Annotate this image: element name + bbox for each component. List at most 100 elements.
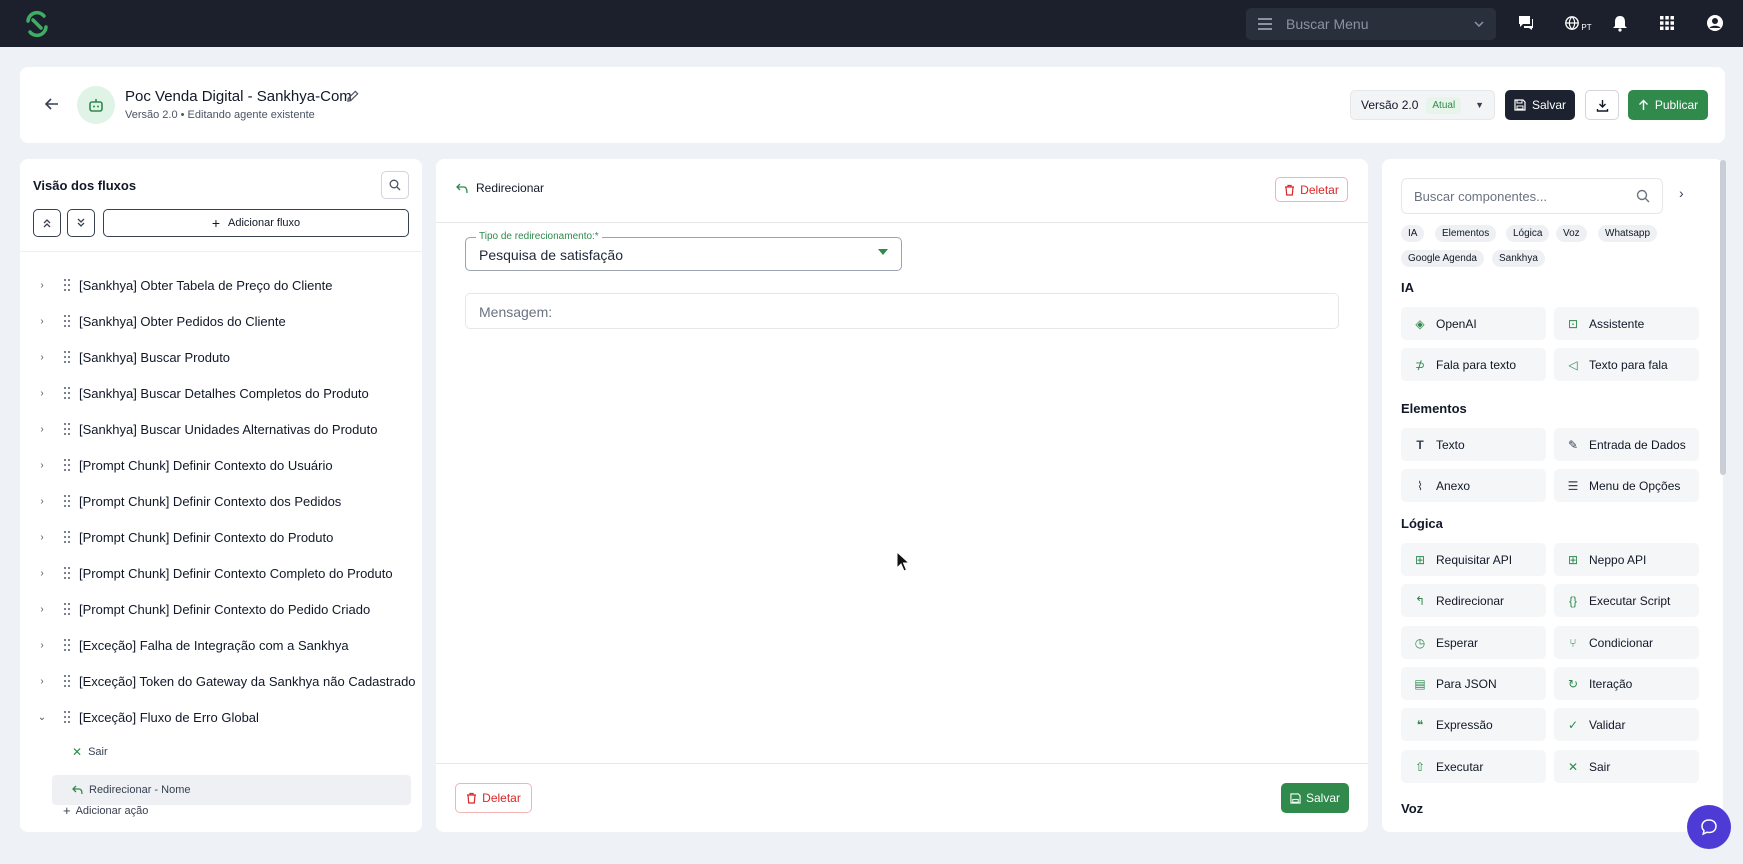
api-icon: ⊞ [1414, 552, 1426, 567]
notification-bell-icon[interactable] [1609, 12, 1631, 34]
action-item-sair[interactable]: ✕ Sair [52, 737, 411, 767]
filter-tag-logica[interactable]: Lógica [1506, 225, 1550, 242]
component-neppo-api[interactable]: ⊞ Neppo API [1554, 543, 1699, 576]
version-select[interactable]: Versão 2.0 Atual ▼ [1350, 90, 1495, 120]
action-item-redirecionar[interactable]: Redirecionar - Nome [52, 775, 411, 805]
chevron-right-icon[interactable]: › [37, 604, 47, 615]
filter-tag-whatsapp[interactable]: Whatsapp [1598, 225, 1658, 242]
component-openai[interactable]: ◈ OpenAI [1401, 307, 1546, 340]
download-button[interactable] [1585, 90, 1619, 120]
chevron-right-icon[interactable]: › [37, 676, 47, 687]
flow-row[interactable]: › [Exceção] Falha de Integração com a Sa… [20, 630, 422, 660]
delete-action-top-button[interactable]: Deletar [1275, 177, 1348, 202]
component-assistente[interactable]: ⊡ Assistente [1554, 307, 1699, 340]
arrow-up-icon: ⇧ [1414, 759, 1426, 774]
language-icon[interactable]: PT [1561, 12, 1595, 34]
save-agent-button[interactable]: Salvar [1505, 90, 1575, 120]
app-logo-icon[interactable] [22, 9, 52, 39]
component-esperar[interactable]: ◷ Esperar [1401, 626, 1546, 659]
component-anexo[interactable]: ⌇ Anexo [1401, 469, 1546, 502]
component-executar[interactable]: ⇧ Executar [1401, 750, 1546, 783]
chevron-right-icon[interactable]: › [37, 496, 47, 507]
drag-handle-icon[interactable] [62, 458, 72, 472]
drag-handle-icon[interactable] [62, 422, 72, 436]
flows-search-button[interactable] [381, 171, 409, 199]
chevron-right-icon[interactable]: › [37, 388, 47, 399]
component-executar-script[interactable]: {} Executar Script [1554, 584, 1699, 617]
drag-handle-icon[interactable] [62, 710, 72, 724]
flow-row[interactable]: › [Sankhya] Buscar Produto [20, 342, 422, 372]
component-texto[interactable]: T Texto [1401, 428, 1546, 461]
message-input[interactable]: Mensagem: [465, 293, 1339, 329]
chevron-down-icon [1474, 21, 1484, 27]
components-search-input[interactable]: Buscar componentes... [1401, 178, 1663, 214]
component-condicionar[interactable]: ⑂ Condicionar [1554, 626, 1699, 659]
drag-handle-icon[interactable] [62, 350, 72, 364]
component-fala-para-texto[interactable]: ⊅ Fala para texto [1401, 348, 1546, 381]
filter-tag-google-agenda[interactable]: Google Agenda [1401, 250, 1484, 267]
collapse-all-button[interactable] [33, 209, 61, 237]
flow-label: [Sankhya] Obter Tabela de Preço do Clien… [79, 277, 333, 293]
drag-handle-icon[interactable] [62, 530, 72, 544]
flow-row-expanded[interactable]: ⌄ [Exceção] Fluxo de Erro Global [20, 702, 422, 732]
filter-tag-sankhya[interactable]: Sankhya [1492, 250, 1545, 267]
filter-tag-voz[interactable]: Voz [1556, 225, 1587, 242]
drag-handle-icon[interactable] [62, 674, 72, 688]
component-requisitar-api[interactable]: ⊞ Requisitar API [1401, 543, 1546, 576]
drag-handle-icon[interactable] [62, 494, 72, 508]
add-flow-button[interactable]: + Adicionar fluxo [103, 209, 409, 237]
flow-row[interactable]: › [Sankhya] Buscar Unidades Alternativas… [20, 414, 422, 444]
flow-row[interactable]: › [Prompt Chunk] Definir Contexto dos Pe… [20, 486, 422, 516]
drag-handle-icon[interactable] [62, 638, 72, 652]
chevron-right-icon[interactable]: › [37, 532, 47, 543]
expand-all-button[interactable] [67, 209, 95, 237]
edit-pencil-icon[interactable] [345, 89, 360, 104]
component-redirecionar[interactable]: ↰ Redirecionar [1401, 584, 1546, 617]
components-scrollbar[interactable] [1720, 160, 1726, 475]
chevron-right-icon[interactable]: › [37, 316, 47, 327]
chevron-right-icon[interactable]: › [37, 640, 47, 651]
component-entrada-de-dados[interactable]: ✎ Entrada de Dados [1554, 428, 1699, 461]
chevron-right-icon[interactable]: › [37, 352, 47, 363]
user-account-icon[interactable] [1704, 12, 1726, 34]
component-texto-para-fala[interactable]: ◁ Texto para fala [1554, 348, 1699, 381]
flow-row[interactable]: › [Sankhya] Buscar Detalhes Completos do… [20, 378, 422, 408]
menu-search-input[interactable]: Buscar Menu [1246, 8, 1496, 40]
flow-row[interactable]: › [Prompt Chunk] Definir Contexto Comple… [20, 558, 422, 588]
delete-action-bottom-button[interactable]: Deletar [455, 783, 532, 813]
component-validar[interactable]: ✓ Validar [1554, 708, 1699, 741]
apps-grid-icon[interactable] [1656, 12, 1678, 34]
drag-handle-icon[interactable] [62, 602, 72, 616]
chevron-right-icon[interactable]: › [37, 280, 47, 291]
filter-tag-ia[interactable]: IA [1401, 225, 1425, 242]
flow-row[interactable]: › [Sankhya] Obter Pedidos do Cliente [20, 306, 422, 336]
drag-handle-icon[interactable] [62, 314, 72, 328]
chevron-down-icon[interactable]: ⌄ [37, 712, 47, 723]
flow-row[interactable]: › [Exceção] Token do Gateway da Sankhya … [20, 666, 422, 696]
components-search-placeholder: Buscar componentes... [1414, 188, 1547, 204]
chevron-right-icon[interactable]: › [1679, 185, 1684, 201]
flow-row[interactable]: › [Prompt Chunk] Definir Contexto do Pro… [20, 522, 422, 552]
add-action-button[interactable]: + Adicionar ação [63, 803, 148, 818]
component-iteracao[interactable]: ↻ Iteração [1554, 667, 1699, 700]
drag-handle-icon[interactable] [62, 278, 72, 292]
flow-row[interactable]: › [Sankhya] Obter Tabela de Preço do Cli… [20, 270, 422, 300]
chevron-right-icon[interactable]: › [37, 568, 47, 579]
flow-row[interactable]: › [Prompt Chunk] Definir Contexto do Usu… [20, 450, 422, 480]
drag-handle-icon[interactable] [62, 386, 72, 400]
save-action-button[interactable]: Salvar [1281, 783, 1349, 813]
component-expressao[interactable]: ❝ Expressão [1401, 708, 1546, 741]
filter-tag-elementos[interactable]: Elementos [1435, 225, 1497, 242]
chat-icon[interactable] [1515, 12, 1537, 34]
component-para-json[interactable]: ▤ Para JSON [1401, 667, 1546, 700]
chevron-right-icon[interactable]: › [37, 460, 47, 471]
chevron-right-icon[interactable]: › [37, 424, 47, 435]
flow-row[interactable]: › [Prompt Chunk] Definir Contexto do Ped… [20, 594, 422, 624]
redirect-type-select[interactable]: Tipo de redirecionamento:* Pesquisa de s… [465, 231, 902, 271]
publish-button[interactable]: Publicar [1628, 90, 1708, 120]
component-menu-de-opcoes[interactable]: ☰ Menu de Opções [1554, 469, 1699, 502]
component-sair[interactable]: ✕ Sair [1554, 750, 1699, 783]
back-arrow-icon[interactable] [42, 94, 62, 114]
chat-support-button[interactable] [1687, 805, 1731, 849]
drag-handle-icon[interactable] [62, 566, 72, 580]
